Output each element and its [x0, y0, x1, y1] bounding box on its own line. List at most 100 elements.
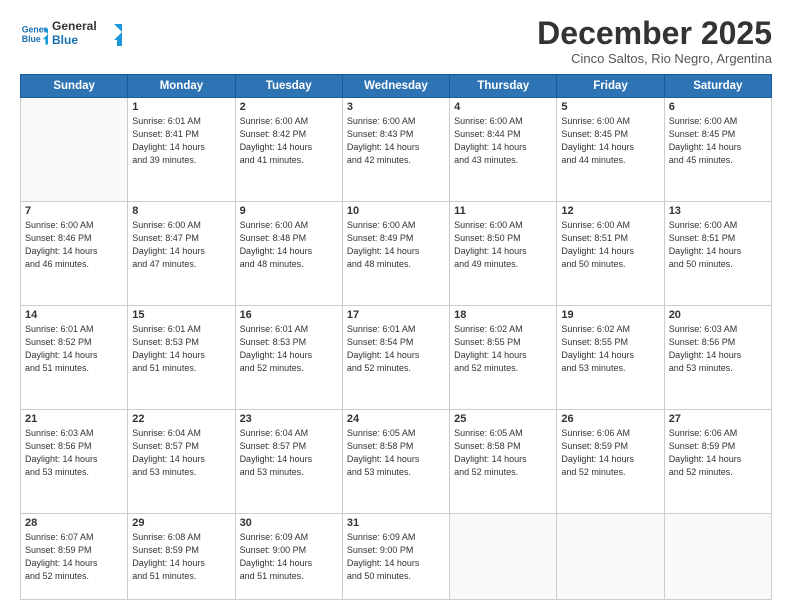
calendar-cell [450, 513, 557, 599]
day-info: Sunrise: 6:02 AMSunset: 8:55 PMDaylight:… [561, 323, 659, 375]
day-number: 20 [669, 309, 767, 321]
calendar-cell: 1 Sunrise: 6:01 AMSunset: 8:41 PMDaylight… [128, 98, 235, 202]
day-info: Sunrise: 6:00 AMSunset: 8:45 PMDaylight:… [669, 115, 767, 167]
calendar-cell: 3 Sunrise: 6:00 AMSunset: 8:43 PMDaylight… [342, 98, 449, 202]
day-number: 19 [561, 309, 659, 321]
day-number: 29 [132, 517, 230, 529]
day-info: Sunrise: 6:01 AMSunset: 8:53 PMDaylight:… [132, 323, 230, 375]
day-info: Sunrise: 6:04 AMSunset: 8:57 PMDaylight:… [132, 427, 230, 479]
weekday-header-sunday: Sunday [21, 75, 128, 98]
calendar-cell: 17 Sunrise: 6:01 AMSunset: 8:54 PMDayligh… [342, 305, 449, 409]
day-info: Sunrise: 6:03 AMSunset: 8:56 PMDaylight:… [25, 427, 123, 479]
calendar-table: SundayMondayTuesdayWednesdayThursdayFrid… [20, 74, 772, 600]
day-number: 30 [240, 517, 338, 529]
day-number: 10 [347, 205, 445, 217]
weekday-header-row: SundayMondayTuesdayWednesdayThursdayFrid… [21, 75, 772, 98]
day-info: Sunrise: 6:06 AMSunset: 8:59 PMDaylight:… [561, 427, 659, 479]
calendar-cell: 23 Sunrise: 6:04 AMSunset: 8:57 PMDayligh… [235, 409, 342, 513]
day-number: 23 [240, 413, 338, 425]
calendar-cell: 28 Sunrise: 6:07 AMSunset: 8:59 PMDayligh… [21, 513, 128, 599]
day-info: Sunrise: 6:07 AMSunset: 8:59 PMDaylight:… [25, 531, 123, 583]
weekday-header-monday: Monday [128, 75, 235, 98]
logo-icon: General Blue [20, 20, 48, 48]
month-title: December 2025 [537, 16, 772, 51]
day-number: 9 [240, 205, 338, 217]
day-number: 15 [132, 309, 230, 321]
day-number: 6 [669, 101, 767, 113]
day-info: Sunrise: 6:00 AMSunset: 8:51 PMDaylight:… [669, 219, 767, 271]
calendar-cell: 12Sunrise: 6:00 AMSunset: 8:51 PMDayligh… [557, 202, 664, 306]
week-row-1: 1 Sunrise: 6:01 AMSunset: 8:41 PMDaylight… [21, 98, 772, 202]
day-number: 14 [25, 309, 123, 321]
day-number: 3 [347, 101, 445, 113]
title-block: December 2025 Cinco Saltos, Rio Negro, A… [537, 16, 772, 66]
day-info: Sunrise: 6:01 AMSunset: 8:41 PMDaylight:… [132, 115, 230, 167]
calendar-cell: 20 Sunrise: 6:03 AMSunset: 8:56 PMDayligh… [664, 305, 771, 409]
day-number: 24 [347, 413, 445, 425]
day-info: Sunrise: 6:00 AMSunset: 8:47 PMDaylight:… [132, 219, 230, 271]
svg-text:Blue: Blue [52, 33, 78, 47]
calendar-cell: 26 Sunrise: 6:06 AMSunset: 8:59 PMDayligh… [557, 409, 664, 513]
calendar-cell: 5Sunrise: 6:00 AMSunset: 8:45 PMDaylight… [557, 98, 664, 202]
day-info: Sunrise: 6:00 AMSunset: 8:49 PMDaylight:… [347, 219, 445, 271]
day-info: Sunrise: 6:01 AMSunset: 8:53 PMDaylight:… [240, 323, 338, 375]
day-info: Sunrise: 6:05 AMSunset: 8:58 PMDaylight:… [347, 427, 445, 479]
day-number: 7 [25, 205, 123, 217]
day-info: Sunrise: 6:01 AMSunset: 8:54 PMDaylight:… [347, 323, 445, 375]
day-number: 11 [454, 205, 552, 217]
day-info: Sunrise: 6:00 AMSunset: 8:46 PMDaylight:… [25, 219, 123, 271]
location-subtitle: Cinco Saltos, Rio Negro, Argentina [537, 51, 772, 66]
day-info: Sunrise: 6:04 AMSunset: 8:57 PMDaylight:… [240, 427, 338, 479]
calendar-cell: 21Sunrise: 6:03 AMSunset: 8:56 PMDayligh… [21, 409, 128, 513]
calendar-cell: 25Sunrise: 6:05 AMSunset: 8:58 PMDayligh… [450, 409, 557, 513]
day-number: 25 [454, 413, 552, 425]
calendar-cell: 31 Sunrise: 6:09 AMSunset: 9:00 PMDayligh… [342, 513, 449, 599]
day-info: Sunrise: 6:08 AMSunset: 8:59 PMDaylight:… [132, 531, 230, 583]
weekday-header-thursday: Thursday [450, 75, 557, 98]
calendar-cell: 11 Sunrise: 6:00 AMSunset: 8:50 PMDayligh… [450, 202, 557, 306]
weekday-header-saturday: Saturday [664, 75, 771, 98]
calendar-cell: 24 Sunrise: 6:05 AMSunset: 8:58 PMDayligh… [342, 409, 449, 513]
day-info: Sunrise: 6:00 AMSunset: 8:44 PMDaylight:… [454, 115, 552, 167]
day-info: Sunrise: 6:00 AMSunset: 8:43 PMDaylight:… [347, 115, 445, 167]
day-info: Sunrise: 6:09 AMSunset: 9:00 PMDaylight:… [240, 531, 338, 583]
logo-svg: General Blue [52, 16, 122, 52]
weekday-header-friday: Friday [557, 75, 664, 98]
day-info: Sunrise: 6:09 AMSunset: 9:00 PMDaylight:… [347, 531, 445, 583]
calendar-cell: 9Sunrise: 6:00 AMSunset: 8:48 PMDaylight… [235, 202, 342, 306]
calendar-cell [664, 513, 771, 599]
calendar-cell [557, 513, 664, 599]
day-info: Sunrise: 6:02 AMSunset: 8:55 PMDaylight:… [454, 323, 552, 375]
header: General Blue General Blue December 2025 … [20, 16, 772, 66]
day-number: 31 [347, 517, 445, 529]
day-number: 17 [347, 309, 445, 321]
day-info: Sunrise: 6:03 AMSunset: 8:56 PMDaylight:… [669, 323, 767, 375]
day-number: 22 [132, 413, 230, 425]
svg-text:Blue: Blue [22, 34, 41, 44]
day-number: 28 [25, 517, 123, 529]
day-number: 4 [454, 101, 552, 113]
calendar-cell: 2Sunrise: 6:00 AMSunset: 8:42 PMDaylight… [235, 98, 342, 202]
day-number: 16 [240, 309, 338, 321]
day-number: 12 [561, 205, 659, 217]
calendar-cell: 8Sunrise: 6:00 AMSunset: 8:47 PMDaylight… [128, 202, 235, 306]
calendar-cell: 29 Sunrise: 6:08 AMSunset: 8:59 PMDayligh… [128, 513, 235, 599]
day-info: Sunrise: 6:00 AMSunset: 8:50 PMDaylight:… [454, 219, 552, 271]
day-number: 26 [561, 413, 659, 425]
week-row-3: 14Sunrise: 6:01 AMSunset: 8:52 PMDayligh… [21, 305, 772, 409]
calendar-cell [21, 98, 128, 202]
day-number: 5 [561, 101, 659, 113]
calendar-cell: 19 Sunrise: 6:02 AMSunset: 8:55 PMDayligh… [557, 305, 664, 409]
day-number: 1 [132, 101, 230, 113]
day-info: Sunrise: 6:06 AMSunset: 8:59 PMDaylight:… [669, 427, 767, 479]
calendar-cell: 7 Sunrise: 6:00 AMSunset: 8:46 PMDaylight… [21, 202, 128, 306]
weekday-header-wednesday: Wednesday [342, 75, 449, 98]
calendar-page: General Blue General Blue December 2025 … [0, 0, 792, 612]
day-number: 18 [454, 309, 552, 321]
calendar-cell: 27Sunrise: 6:06 AMSunset: 8:59 PMDayligh… [664, 409, 771, 513]
day-number: 13 [669, 205, 767, 217]
svg-text:General: General [52, 19, 97, 33]
week-row-2: 7 Sunrise: 6:00 AMSunset: 8:46 PMDaylight… [21, 202, 772, 306]
calendar-cell: 30 Sunrise: 6:09 AMSunset: 9:00 PMDayligh… [235, 513, 342, 599]
day-info: Sunrise: 6:00 AMSunset: 8:42 PMDaylight:… [240, 115, 338, 167]
